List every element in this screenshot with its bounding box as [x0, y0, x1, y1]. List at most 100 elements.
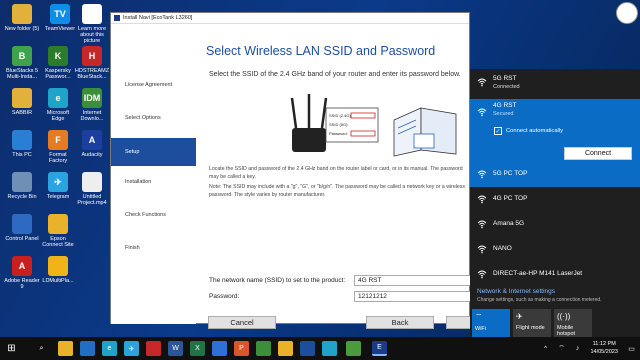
- desktop-icon[interactable]: New folder (5): [4, 4, 40, 32]
- desktop-icon[interactable]: IDM Internet Downlo...: [74, 88, 110, 122]
- telegram-icon[interactable]: ✈: [124, 341, 139, 356]
- wifi-icon: [477, 269, 487, 279]
- network-status: Connected: [493, 84, 520, 90]
- idm-icon[interactable]: [256, 341, 271, 356]
- app-icon-blue[interactable]: [212, 341, 227, 356]
- network-name: 4G RST: [493, 102, 517, 109]
- desktop-icon-label: Adobe Reader 9: [4, 278, 40, 290]
- wifi-icon: [477, 219, 487, 229]
- channel-logo: [616, 2, 638, 24]
- next-button[interactable]: [446, 316, 471, 329]
- epson-install-navi-icon[interactable]: E: [372, 341, 387, 356]
- desktop-icon[interactable]: B BlueStacks 5 Multi-Insta...: [4, 46, 40, 80]
- desktop-icon[interactable]: Recycle Bin: [4, 172, 40, 200]
- setup-content: Select Wireless LAN SSID and Password Se…: [196, 24, 471, 329]
- wifi-toggle[interactable]: ⌔ WiFi: [472, 309, 510, 337]
- desktop-icon[interactable]: TV TeamViewer: [42, 4, 78, 32]
- ssid-help-text: Locate the SSID and password of the 2.4 …: [209, 166, 471, 199]
- desktop-app-icon: [12, 214, 32, 234]
- start-button[interactable]: ⊞: [4, 341, 19, 356]
- desktop-icon[interactable]: e Microsoft Edge: [40, 88, 76, 122]
- flight-mode-toggle[interactable]: ✈ Flight mode: [513, 309, 551, 337]
- window-title: Install Navi [EcoTank L3260]: [123, 15, 193, 21]
- desktop-icon[interactable]: K Kaspersky Passwor...: [40, 46, 76, 80]
- edge-dev-icon[interactable]: [322, 341, 337, 356]
- network-settings-subtext: Change settings, such as making a connec…: [477, 297, 602, 303]
- desktop-app-icon: [12, 88, 32, 108]
- clock[interactable]: 11:12 PM 14/05/2023: [590, 340, 618, 356]
- desktop-icon-label: Recycle Bin: [7, 194, 37, 200]
- app-icon-navy[interactable]: [300, 341, 315, 356]
- desktop-icon-label: HDSTREAMZ BlueStack...: [74, 68, 110, 80]
- desktop-app-icon: [82, 4, 102, 24]
- desktop-icon[interactable]: F Format Factory: [40, 130, 76, 164]
- desktop-icon[interactable]: LDMultiPla...: [40, 256, 76, 284]
- password-input[interactable]: 12121212: [354, 291, 471, 302]
- search-icon[interactable]: ⌕: [34, 341, 49, 356]
- desktop-icon-label: SABBIR: [11, 110, 33, 116]
- ssid-label: The network name (SSID) to set to the pr…: [209, 277, 346, 284]
- excel-icon[interactable]: X: [190, 341, 205, 356]
- app-icon-red[interactable]: [146, 341, 161, 356]
- file-explorer-icon[interactable]: [58, 341, 73, 356]
- word-icon[interactable]: W: [168, 341, 183, 356]
- desktop-icon-label: TeamViewer: [44, 26, 76, 32]
- desktop-icon[interactable]: SABBIR: [4, 88, 40, 116]
- step-sidebar: License Agreement Select Options Setup I…: [111, 24, 196, 324]
- desktop-app-icon: B: [12, 46, 32, 66]
- tray-chevron-icon[interactable]: ^: [538, 341, 553, 356]
- network-settings-link[interactable]: Network & Internet settings: [477, 288, 555, 295]
- step-setup-label: Setup: [125, 149, 140, 155]
- network-name: 4G PC TOP: [493, 195, 528, 202]
- desktop-icon[interactable]: Learn more about this picture: [74, 4, 110, 44]
- app-icon-green[interactable]: [346, 341, 361, 356]
- quick-action-label: Flight mode: [516, 325, 545, 331]
- desktop-icon-label: BlueStacks 5 Multi-Insta...: [5, 68, 39, 80]
- wifi-icon: [477, 169, 487, 179]
- page-title: Select Wireless LAN SSID and Password: [206, 44, 436, 58]
- cancel-button[interactable]: Cancel: [208, 316, 276, 329]
- desktop-icon[interactable]: Untitled Project.mp4: [74, 172, 110, 206]
- wifi-tray-icon[interactable]: ⌔: [554, 341, 569, 356]
- wifi-flyout: 5G RST Connected 4G RST Secured ✓ Connec…: [470, 69, 640, 337]
- password-label: Password:: [209, 293, 240, 300]
- folder-icon[interactable]: [278, 341, 293, 356]
- desktop-icon-label: Microsoft Edge: [46, 110, 70, 122]
- connect-button[interactable]: Connect: [564, 147, 632, 160]
- desktop-icon[interactable]: Control Panel: [4, 214, 40, 242]
- wifi-icon: ⌔: [475, 312, 483, 321]
- desktop-icon-label: Control Panel: [5, 236, 39, 242]
- desktop-icon[interactable]: A Adobe Reader 9: [4, 256, 40, 290]
- volume-icon[interactable]: ♪: [570, 341, 585, 356]
- powerpoint-icon[interactable]: P: [234, 341, 249, 356]
- window-titlebar[interactable]: Install Navi [EcoTank L3260]: [111, 13, 469, 24]
- desktop-icon[interactable]: A Audacity: [74, 130, 110, 158]
- connect-automatically-checkbox[interactable]: ✓: [494, 127, 502, 135]
- desktop-icon[interactable]: Epson Connect Site: [40, 214, 76, 248]
- notification-icon[interactable]: ▭: [624, 341, 639, 356]
- label-line-password: Password:: [329, 131, 348, 136]
- desktop-icon-label: Internet Downlo...: [80, 110, 104, 122]
- desktop-app-icon: e: [48, 88, 68, 108]
- back-button[interactable]: Back: [366, 316, 434, 329]
- desktop-icon-label: This PC: [12, 152, 32, 158]
- desktop-app-icon: [12, 4, 32, 24]
- network-name: 5G RST: [493, 75, 517, 82]
- mobile-hotspot-toggle[interactable]: ((·)) Mobile hotspot: [554, 309, 592, 337]
- desktop-icon-label: Kaspersky Passwor...: [45, 68, 71, 80]
- step-finish: Finish: [125, 245, 140, 251]
- quick-action-label: WiFi: [475, 326, 486, 332]
- edge-icon[interactable]: e: [102, 341, 117, 356]
- desktop-icon[interactable]: ✈ Telegram: [40, 172, 76, 200]
- desktop-icon[interactable]: H HDSTREAMZ BlueStack...: [74, 46, 110, 80]
- step-license-agreement: License Agreement: [125, 82, 173, 88]
- desktop-icon[interactable]: This PC: [4, 130, 40, 158]
- desktop-app-icon: [12, 172, 32, 192]
- router-body: [292, 128, 326, 152]
- store-icon[interactable]: [80, 341, 95, 356]
- wifi-secured-icon: [477, 104, 487, 122]
- label-line-ssid5: SSID (5G):: [329, 122, 349, 127]
- ssid-select[interactable]: 4G RST: [354, 275, 471, 286]
- note-text: Note: The SSID may include with a "g", "…: [209, 184, 465, 198]
- wifi-icon: [477, 77, 487, 87]
